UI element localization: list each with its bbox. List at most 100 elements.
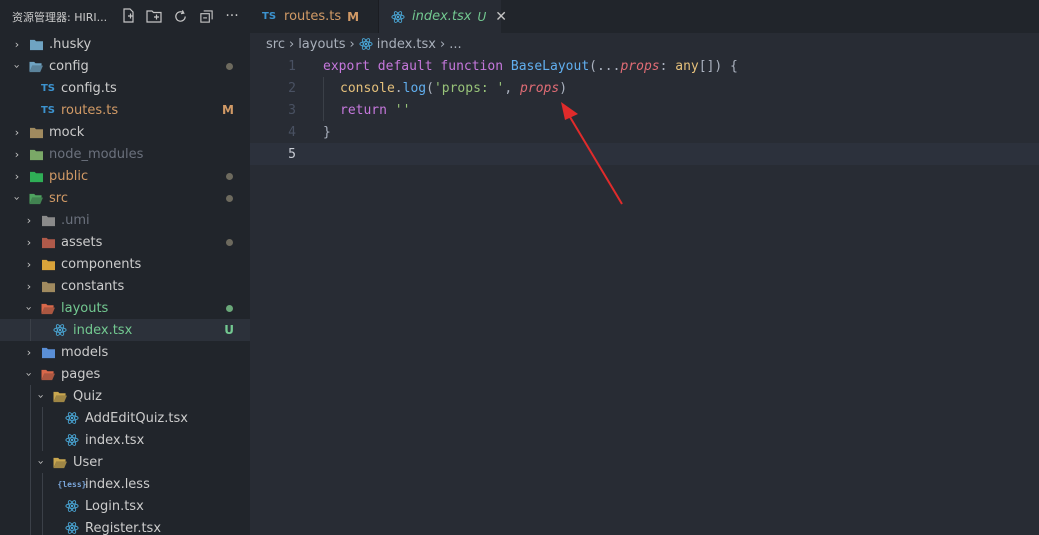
tree-item-label: index.less	[85, 476, 150, 492]
chevron-right-icon[interactable]: ›	[23, 236, 35, 249]
chevron-down-icon[interactable]: ›	[11, 60, 24, 72]
indent-guide	[30, 495, 31, 517]
code-text: export default function BaseLayout(...pr…	[323, 58, 738, 74]
chevron-down-icon[interactable]: ›	[23, 302, 36, 314]
tree-item-components[interactable]: › components	[0, 253, 250, 275]
chevron-right-icon[interactable]: ›	[11, 148, 23, 161]
breadcrumb-item[interactable]: index.tsx	[377, 37, 436, 52]
folder-icon	[40, 213, 56, 227]
folder-icon	[40, 235, 56, 249]
tree-item-index-tsx[interactable]: index.tsx	[0, 429, 250, 451]
tree-item-label: config	[49, 58, 89, 74]
chevron-down-icon[interactable]: ›	[11, 192, 24, 204]
code-line: 3 return ''	[250, 99, 1039, 121]
breadcrumb-item[interactable]: ...	[449, 37, 461, 52]
new-file-icon[interactable]	[120, 7, 136, 25]
tree-item-quiz[interactable]: › Quiz	[0, 385, 250, 407]
tab-label: index.tsx	[412, 9, 472, 24]
tab-badge-modified: M	[347, 9, 360, 24]
tree-item-label: .umi	[61, 212, 90, 228]
chevron-down-icon[interactable]: ›	[35, 456, 48, 468]
tree-item-label: components	[61, 256, 142, 272]
tree-item-umi[interactable]: › .umi	[0, 209, 250, 231]
indent-guide	[42, 473, 43, 495]
explorer-actions: ···	[120, 7, 240, 25]
tree-item-public[interactable]: › public	[0, 165, 250, 187]
breadcrumb: src › layouts › index.tsx › ...	[250, 33, 1039, 55]
chevron-right-icon[interactable]: ›	[23, 258, 35, 271]
status-dot	[226, 194, 233, 202]
indent-guide	[30, 319, 31, 341]
folder-open-icon	[52, 389, 68, 403]
indent-guide	[42, 429, 43, 451]
code-line: 4 }	[250, 121, 1039, 143]
tree-item-index-less[interactable]: {less} index.less	[0, 473, 250, 495]
tree-item-src[interactable]: › src	[0, 187, 250, 209]
refresh-icon[interactable]	[172, 7, 188, 25]
tree-item-label: Quiz	[73, 388, 102, 404]
less-file-icon: {less}	[57, 479, 87, 489]
tree-item-label: AddEditQuiz.tsx	[85, 410, 188, 426]
tree-item-user[interactable]: › User	[0, 451, 250, 473]
indent-guide	[42, 495, 43, 517]
code-text: }	[323, 124, 331, 140]
tree-item-constants[interactable]: › constants	[0, 275, 250, 297]
indent-guide	[30, 473, 31, 495]
tree-item-config-ts[interactable]: TS config.ts	[0, 77, 250, 99]
folder-open-icon	[52, 455, 68, 469]
folder-open-icon	[28, 191, 44, 205]
status-dot	[226, 62, 233, 70]
close-icon[interactable]: ✕	[495, 9, 507, 25]
chevron-right-icon[interactable]: ›	[11, 38, 23, 51]
tree-item-label: node_modules	[49, 146, 144, 162]
line-number: 2	[288, 80, 296, 96]
react-icon	[64, 521, 80, 535]
collapse-all-icon[interactable]	[198, 7, 214, 25]
chevron-right-icon[interactable]: ›	[11, 126, 23, 139]
ts-file-icon: TS	[40, 82, 56, 94]
tree-item-node-modules[interactable]: › node_modules	[0, 143, 250, 165]
tree-item-routes-ts[interactable]: TS routes.ts M	[0, 99, 250, 121]
chevron-right-icon[interactable]: ›	[23, 214, 35, 227]
indent-guide	[30, 407, 31, 429]
code-line-current: 5	[250, 143, 1039, 165]
breadcrumb-item[interactable]: layouts	[298, 37, 345, 52]
chevron-right-icon[interactable]: ›	[11, 170, 23, 183]
tree-item-label: index.tsx	[85, 432, 145, 448]
code-line: 2 console.log('props: ', props)	[250, 77, 1039, 99]
react-icon	[64, 411, 80, 425]
ts-file-icon: TS	[262, 11, 277, 22]
tree-item-label: constants	[61, 278, 125, 294]
folder-icon	[40, 279, 56, 293]
editor-area: TS routes.ts M index.tsx U ✕ src › layou…	[250, 0, 1039, 535]
chevron-right-icon[interactable]: ›	[23, 280, 35, 293]
new-folder-icon[interactable]	[146, 7, 162, 25]
tree-item-layouts[interactable]: › layouts	[0, 297, 250, 319]
code-text: return ''	[340, 102, 411, 118]
tree-item-login-tsx[interactable]: Login.tsx	[0, 495, 250, 517]
more-actions-icon[interactable]: ···	[224, 7, 240, 25]
tree-item-mock[interactable]: › mock	[0, 121, 250, 143]
tab-index-tsx[interactable]: index.tsx U ✕	[379, 0, 507, 33]
tree-item-assets[interactable]: › assets	[0, 231, 250, 253]
tree-item-label: .husky	[49, 36, 92, 52]
git-status-badge: M	[222, 103, 234, 117]
tree-item-pages[interactable]: › pages	[0, 363, 250, 385]
tree-item-husky[interactable]: › .husky	[0, 33, 250, 55]
ts-file-icon: TS	[40, 104, 56, 116]
tree-item-config[interactable]: › config	[0, 55, 250, 77]
tree-item-register-tsx[interactable]: Register.tsx	[0, 517, 250, 535]
breadcrumb-item[interactable]: src	[266, 37, 285, 52]
line-number: 1	[288, 58, 296, 74]
tab-routes-ts[interactable]: TS routes.ts M	[250, 0, 379, 33]
folder-icon	[40, 345, 56, 359]
chevron-down-icon[interactable]: ›	[35, 390, 48, 402]
tree-item-index-tsx[interactable]: index.tsx U	[0, 319, 250, 341]
indent-guide	[30, 429, 31, 451]
chevron-right-icon: ›	[440, 36, 446, 52]
tree-item-models[interactable]: › models	[0, 341, 250, 363]
tree-item-addeditquiz-tsx[interactable]: AddEditQuiz.tsx	[0, 407, 250, 429]
chevron-right-icon[interactable]: ›	[23, 346, 35, 359]
chevron-down-icon[interactable]: ›	[23, 368, 36, 380]
tree-item-label: User	[73, 454, 103, 470]
